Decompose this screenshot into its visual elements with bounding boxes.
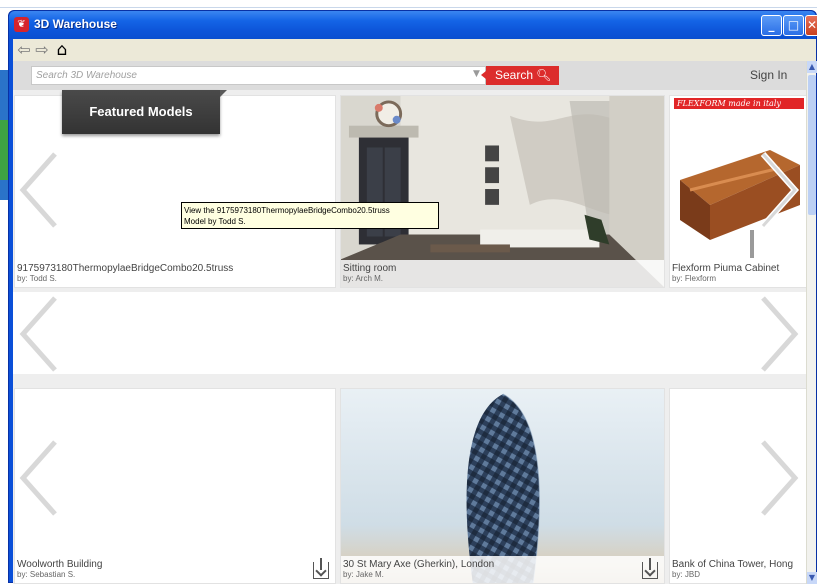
model-author[interactable]: by: Jake M. [343, 570, 661, 579]
chevron-down-icon[interactable]: ▼ [473, 69, 480, 79]
carousel-left-arrow[interactable] [17, 438, 61, 518]
model-card[interactable]: Sitting room by: Arch M. [340, 95, 665, 288]
tooltip-line: View the 9175973180ThermopylaeBridgeComb… [184, 206, 390, 215]
vertical-scrollbar[interactable]: ▲ ▼ [806, 61, 817, 584]
search-button-label: Search [495, 68, 534, 82]
model-caption: Sitting room by: Arch M. [341, 260, 664, 287]
window-title: 3D Warehouse [34, 17, 117, 31]
search-input[interactable] [32, 67, 472, 84]
model-author[interactable]: by: Todd S. [17, 274, 332, 283]
download-icon[interactable] [313, 558, 329, 579]
model-author[interactable]: by: Arch M. [343, 274, 661, 283]
scroll-down-arrow-icon[interactable]: ▼ [807, 572, 817, 584]
scroll-up-arrow-icon[interactable]: ▲ [807, 61, 817, 73]
model-card[interactable]: 30 St Mary Axe (Gherkin), London by: Jak… [340, 388, 665, 584]
model-caption: 30 St Mary Axe (Gherkin), London by: Jak… [341, 556, 664, 583]
maximize-button[interactable]: □ [783, 15, 804, 36]
navigation-bar: ⇦ ⇨ ⌂ [13, 39, 816, 61]
flexform-logo-strip: FLEXFORM made in italy [670, 96, 806, 110]
gherkin-thumbnail [466, 393, 540, 583]
carousel-right-arrow[interactable] [757, 294, 801, 374]
title-bar[interactable]: ❦ 3D Warehouse _ □ ✕ [9, 11, 817, 39]
model-caption: Bank of China Tower, Hong by: JBD [670, 556, 806, 583]
flexform-logo: FLEXFORM made in italy [674, 98, 804, 109]
model-title[interactable]: Woolworth Building [17, 559, 332, 570]
warehouse-page: ▼ Search🔍︎ Sign In 9175973180Thermopylae… [13, 61, 806, 584]
carousel-left-arrow[interactable] [17, 294, 61, 374]
model-caption: 9175973180ThermopylaeBridgeCombo20.5trus… [15, 260, 335, 287]
scroll-thumb[interactable] [808, 75, 816, 215]
sitting-room-thumbnail [341, 96, 664, 287]
carousel-right-arrow[interactable] [757, 438, 801, 518]
back-arrow-icon[interactable]: ⇦ [15, 40, 33, 60]
model-grid: 9175973180ThermopylaeBridgeCombo20.5trus… [13, 90, 806, 584]
search-icon: 🔍︎ [536, 68, 552, 82]
model-tooltip: View the 9175973180ThermopylaeBridgeComb… [181, 202, 439, 229]
app-window: ❦ 3D Warehouse _ □ ✕ ⇦ ⇨ ⌂ ▼ Search🔍︎ Si… [8, 10, 817, 584]
carousel-left-arrow[interactable] [17, 150, 61, 230]
forward-arrow-icon[interactable]: ⇨ [33, 40, 51, 60]
featured-models-label: Featured Models [62, 90, 227, 134]
model-title[interactable]: Flexform Piuma Cabinet [672, 263, 805, 274]
search-box: ▼ [31, 66, 486, 85]
model-title[interactable]: Bank of China Tower, Hong [672, 559, 805, 570]
model-title[interactable]: 9175973180ThermopylaeBridgeCombo20.5trus… [17, 263, 332, 274]
search-bar: ▼ Search🔍︎ Sign In [13, 61, 806, 90]
carousel-right-arrow[interactable] [757, 150, 801, 230]
model-card[interactable]: Woolworth Building by: Sebastian S. [14, 388, 336, 584]
model-title[interactable]: Sitting room [343, 263, 661, 274]
model-caption: Flexform Piuma Cabinet by: Flexform [670, 260, 806, 287]
featured-row: 9175973180ThermopylaeBridgeCombo20.5trus… [13, 90, 806, 288]
model-caption: Woolworth Building by: Sebastian S. [15, 556, 335, 583]
model-author[interactable]: by: Sebastian S. [17, 570, 332, 579]
model-author[interactable]: by: JBD [672, 570, 805, 579]
model-title[interactable]: 30 St Mary Axe (Gherkin), London [343, 559, 661, 570]
download-icon[interactable] [642, 558, 658, 579]
model-row: Woolworth Building by: Sebastian S. 30 S… [13, 388, 806, 584]
screen: ❦ 3D Warehouse _ □ ✕ ⇦ ⇨ ⌂ ▼ Search🔍︎ Si… [0, 0, 817, 584]
carousel-row [13, 292, 806, 374]
desktop-top-edge [0, 0, 817, 8]
tooltip-line: Model by Todd S. [184, 217, 246, 226]
search-button[interactable]: Search 🔍︎ [481, 66, 559, 85]
sketchup-logo-icon: ❦ [14, 17, 29, 32]
window-client: ⇦ ⇨ ⌂ ▼ Search🔍︎ Sign In [13, 39, 817, 584]
minimize-button[interactable]: _ [761, 15, 782, 36]
home-icon[interactable]: ⌂ [53, 40, 71, 60]
close-button[interactable]: ✕ [805, 15, 817, 36]
sign-in-link[interactable]: Sign In [750, 68, 787, 82]
model-author[interactable]: by: Flexform [672, 274, 805, 283]
